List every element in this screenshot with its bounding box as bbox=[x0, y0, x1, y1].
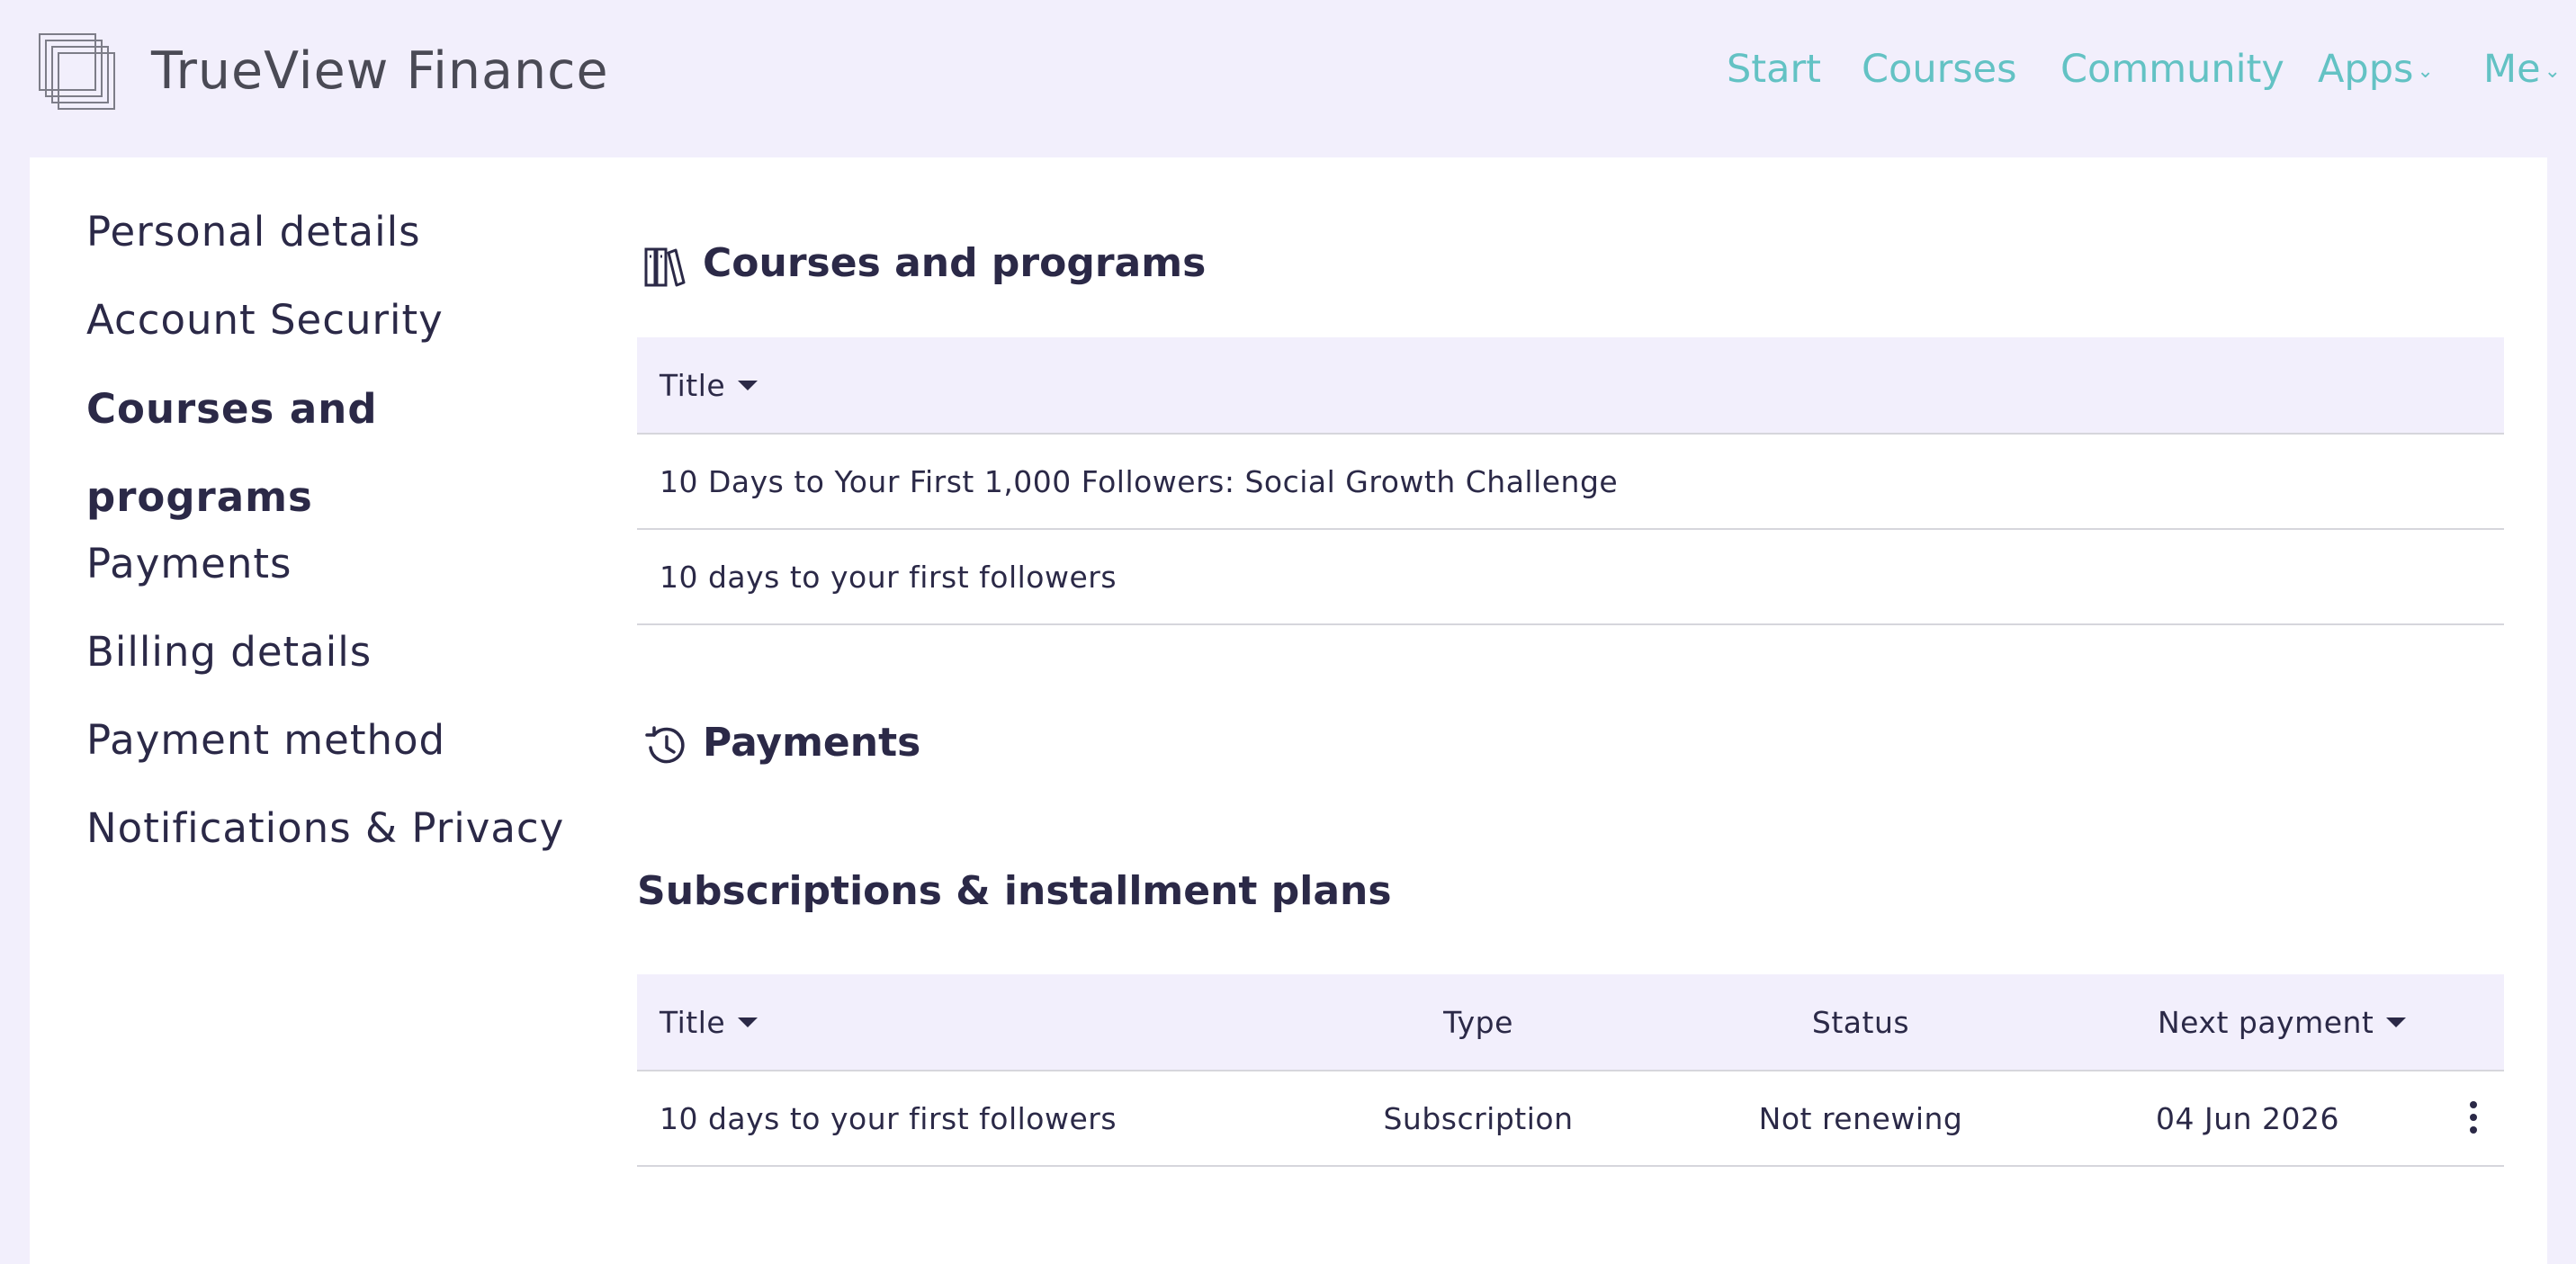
nav-courses[interactable]: Courses bbox=[1862, 47, 2017, 92]
status-column-header: Status bbox=[1811, 1004, 1910, 1040]
nav-community[interactable]: Community bbox=[2060, 47, 2284, 92]
nav-start-label: Start bbox=[1727, 47, 1822, 92]
subscriptions-table-header: Title Type Status Next payment bbox=[637, 974, 2504, 1071]
chevron-down-icon: ⌄ bbox=[2544, 60, 2561, 83]
sort-down-icon bbox=[738, 1017, 758, 1027]
course-title[interactable]: 10 days to your first followers bbox=[660, 530, 1117, 623]
subscription-status: Not renewing bbox=[1758, 1100, 1963, 1136]
nav-start[interactable]: Start bbox=[1727, 47, 1821, 92]
sidebar-item-billing-details[interactable]: Billing details bbox=[86, 608, 372, 696]
payments-section-title: Payments bbox=[703, 720, 921, 766]
title-column-header[interactable]: Title bbox=[660, 337, 758, 433]
more-options-icon[interactable] bbox=[2468, 1101, 2479, 1139]
table-row[interactable]: 10 days to your first followers Subscrip… bbox=[637, 1071, 2504, 1167]
title-column-label: Title bbox=[660, 367, 726, 403]
sort-down-icon bbox=[738, 380, 758, 390]
content-panel: Personal details Account Security Course… bbox=[30, 157, 2547, 1264]
history-icon bbox=[645, 726, 685, 764]
nav-me[interactable]: Me ⌄ bbox=[2483, 47, 2561, 92]
books-icon bbox=[644, 247, 686, 287]
logo-icon[interactable] bbox=[38, 32, 119, 113]
title-column-label: Title bbox=[660, 1004, 726, 1040]
title-column-header[interactable]: Title bbox=[660, 974, 758, 1070]
next-payment-column-label: Next payment bbox=[2158, 1004, 2374, 1040]
top-navigation-bar: TrueView Finance Start Courses Community… bbox=[0, 0, 2576, 157]
type-column-header: Type bbox=[1443, 1004, 1513, 1040]
sidebar-item-payments[interactable]: Payments bbox=[86, 520, 292, 608]
sidebar-item-payment-method[interactable]: Payment method bbox=[86, 696, 445, 784]
sidebar-item-notifications-privacy[interactable]: Notifications & Privacy bbox=[86, 784, 564, 873]
table-row[interactable]: 10 Days to Your First 1,000 Followers: S… bbox=[637, 435, 2504, 530]
chevron-down-icon: ⌄ bbox=[2417, 60, 2434, 83]
courses-section-title: Courses and programs bbox=[703, 240, 1207, 286]
sidebar-item-courses-and-programs[interactable]: Courses and programs bbox=[86, 365, 500, 542]
next-payment-column-header[interactable]: Next payment bbox=[2158, 974, 2407, 1070]
sidebar-item-account-security[interactable]: Account Security bbox=[86, 276, 444, 364]
nav-apps-label: Apps bbox=[2318, 47, 2414, 92]
brand-name[interactable]: TrueView Finance bbox=[151, 41, 609, 101]
course-title[interactable]: 10 Days to Your First 1,000 Followers: S… bbox=[660, 435, 1618, 528]
nav-courses-label: Courses bbox=[1862, 47, 2017, 92]
sort-down-icon bbox=[2386, 1017, 2407, 1027]
nav-community-label: Community bbox=[2060, 47, 2284, 92]
nav-apps[interactable]: Apps ⌄ bbox=[2318, 47, 2434, 92]
next-payment-date: 04 Jun 2026 bbox=[2155, 1100, 2339, 1136]
subscription-title[interactable]: 10 days to your first followers bbox=[660, 1071, 1117, 1165]
table-row[interactable]: 10 days to your first followers bbox=[637, 530, 2504, 625]
courses-table-header: Title bbox=[637, 337, 2504, 435]
nav-me-label: Me bbox=[2483, 47, 2541, 92]
subscription-type: Subscription bbox=[1383, 1100, 1574, 1136]
sidebar-item-personal-details[interactable]: Personal details bbox=[86, 188, 421, 276]
subscriptions-title: Subscriptions & installment plans bbox=[637, 868, 1392, 914]
